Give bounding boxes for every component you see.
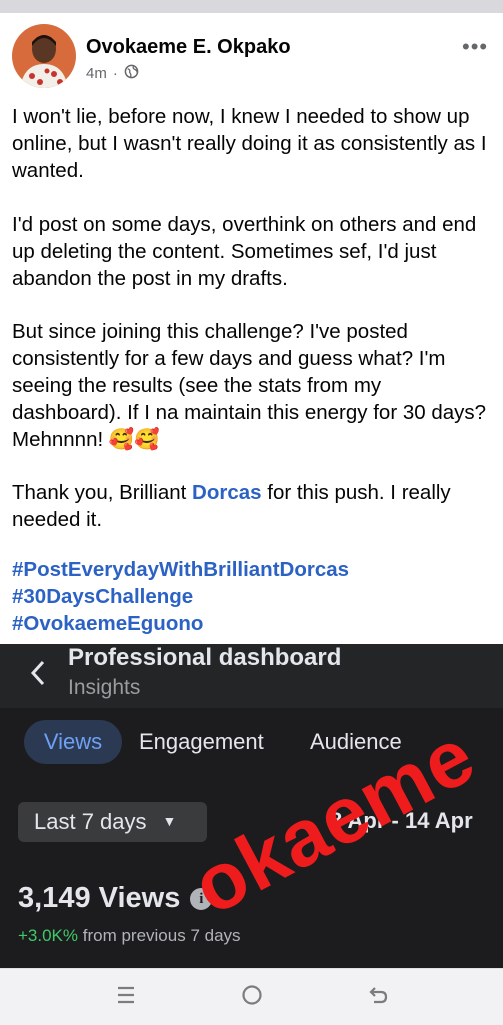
- dashboard-subtitle: Insights: [68, 676, 141, 699]
- hashtag-link[interactable]: #PostEverydayWithBrilliantDorcas: [12, 556, 349, 583]
- system-navigation-bar: [0, 968, 503, 1025]
- hashtag-link[interactable]: #OvokaemeEguono: [12, 610, 349, 637]
- change-text: from previous 7 days: [78, 926, 241, 945]
- post-paragraph-3: But since joining this challenge? I've p…: [12, 320, 487, 451]
- post-timestamp[interactable]: 4m: [86, 65, 107, 82]
- dashboard-title: Professional dashboard: [68, 644, 342, 671]
- post-paragraph-2: I'd post on some days, overthink on othe…: [12, 213, 477, 290]
- hashtag-link[interactable]: #30DaysChallenge: [12, 583, 349, 610]
- views-change: +3.0K% from previous 7 days: [18, 926, 241, 946]
- dashboard-screenshot-image[interactable]: Professional dashboard Insights Views En…: [0, 644, 503, 968]
- thanks-text: Thank you, Brilliant: [12, 481, 193, 504]
- tab-views: Views: [24, 720, 122, 764]
- hashtag-list: #PostEverydayWithBrilliantDorcas #30Days…: [12, 556, 349, 637]
- post-paragraph-4: Thank you, Brilliant Dorcas for this pus…: [12, 479, 496, 533]
- date-range-label: Last 7 days: [34, 809, 147, 834]
- home-icon[interactable]: [240, 983, 264, 1012]
- tab-engagement: Engagement: [139, 729, 264, 754]
- more-options-button[interactable]: •••: [462, 36, 488, 58]
- avatar[interactable]: [12, 24, 76, 88]
- post-author-name[interactable]: Ovokaeme E. Okpako: [86, 36, 291, 59]
- post-meta: 4m ·: [86, 64, 139, 83]
- back-icon[interactable]: [366, 983, 390, 1012]
- chevron-left-icon: [30, 654, 46, 696]
- meta-separator: ·: [112, 65, 118, 82]
- views-count: 3,149 Views i: [18, 882, 213, 915]
- caret-down-icon: ▼: [162, 813, 177, 829]
- globe-icon: [124, 64, 139, 83]
- views-count-value: 3,149 Views: [18, 882, 181, 914]
- top-status-strip: [0, 0, 503, 13]
- post-paragraph-1: I won't lie, before now, I knew I needed…: [12, 105, 487, 182]
- mention-link[interactable]: Dorcas: [192, 481, 262, 504]
- recent-apps-icon[interactable]: [115, 983, 137, 1012]
- change-value: +3.0K%: [18, 926, 79, 945]
- date-range-dropdown: Last 7 days ▼: [18, 802, 207, 842]
